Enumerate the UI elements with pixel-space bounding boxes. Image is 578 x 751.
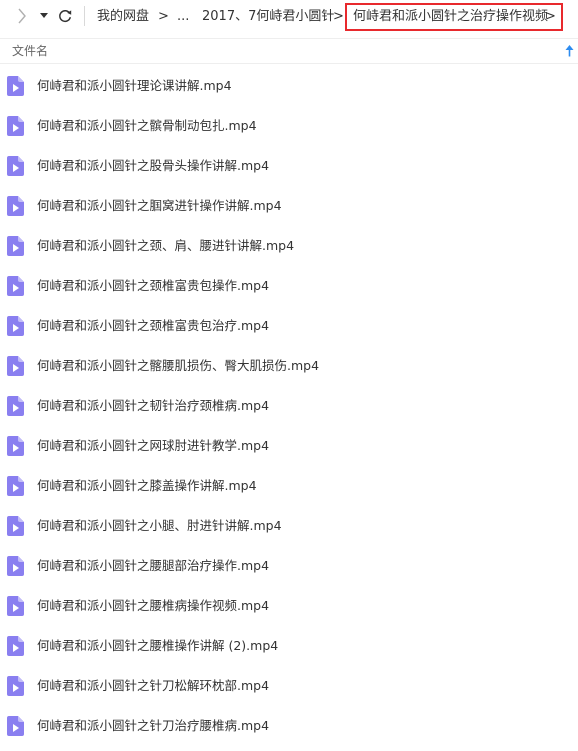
file-name: 何峙君和派小圆针之髂腰肌损伤、臀大肌损伤.mp4	[37, 358, 320, 373]
file-name: 何峙君和派小圆针之颈椎富贵包操作.mp4	[37, 278, 270, 293]
refresh-button[interactable]	[56, 6, 74, 26]
file-row[interactable]: 何峙君和派小圆针之腘窝进针操作讲解.mp4	[0, 186, 578, 226]
breadcrumb-separator: >	[545, 9, 556, 24]
breadcrumb-separator: >	[158, 9, 169, 24]
toolbar: 我的网盘 > ... 2017、7何峙君小圆针 > 何峙君和派小圆针之治疗操作视…	[0, 0, 578, 34]
file-row[interactable]: 何峙君和派小圆针之腰椎病操作视频.mp4	[0, 586, 578, 626]
breadcrumb-item-current[interactable]: 何峙君和派小圆针之治疗操作视频	[353, 8, 548, 26]
file-row[interactable]: 何峙君和派小圆针之韧针治疗颈椎病.mp4	[0, 386, 578, 426]
file-list: 何峙君和派小圆针理论课讲解.mp4 何峙君和派小圆针之髌骨制动包扎.mp4 何峙君和…	[0, 66, 578, 746]
video-file-icon	[7, 156, 24, 176]
column-header-filename[interactable]: 文件名	[12, 43, 48, 59]
file-name: 何峙君和派小圆针之髌骨制动包扎.mp4	[37, 118, 257, 133]
video-file-icon	[7, 396, 24, 416]
chevron-right-icon	[18, 8, 26, 24]
file-name: 何峙君和派小圆针之针刀治疗腰椎病.mp4	[37, 718, 270, 733]
file-row[interactable]: 何峙君和派小圆针之股骨头操作讲解.mp4	[0, 146, 578, 186]
file-row[interactable]: 何峙君和派小圆针之颈椎富贵包治疗.mp4	[0, 306, 578, 346]
video-file-icon	[7, 356, 24, 376]
file-name: 何峙君和派小圆针之网球肘进针教学.mp4	[37, 438, 270, 453]
video-file-icon	[7, 116, 24, 136]
file-row[interactable]: 何峙君和派小圆针理论课讲解.mp4	[0, 66, 578, 106]
file-name: 何峙君和派小圆针之颈椎富贵包治疗.mp4	[37, 318, 270, 333]
file-name: 何峙君和派小圆针之腰腿部治疗操作.mp4	[37, 558, 270, 573]
file-name: 何峙君和派小圆针之腘窝进针操作讲解.mp4	[37, 198, 282, 213]
toolbar-divider	[84, 6, 85, 26]
list-header: 文件名	[0, 38, 578, 64]
video-file-icon	[7, 556, 24, 576]
file-row[interactable]: 何峙君和派小圆针之腰腿部治疗操作.mp4	[0, 546, 578, 586]
forward-button[interactable]	[14, 7, 30, 25]
file-row[interactable]: 何峙君和派小圆针之颈椎富贵包操作.mp4	[0, 266, 578, 306]
breadcrumb-separator: >	[333, 9, 344, 24]
file-row[interactable]: 何峙君和派小圆针之小腿、肘进针讲解.mp4	[0, 506, 578, 546]
refresh-icon	[59, 10, 72, 23]
caret-down-icon	[40, 13, 48, 18]
breadcrumb-item-ellipsis[interactable]: ...	[177, 8, 189, 26]
file-name: 何峙君和派小圆针之股骨头操作讲解.mp4	[37, 158, 270, 173]
file-row[interactable]: 何峙君和派小圆针之髂腰肌损伤、臀大肌损伤.mp4	[0, 346, 578, 386]
file-name: 何峙君和派小圆针之颈、肩、腰进针讲解.mp4	[37, 238, 295, 253]
video-file-icon	[7, 476, 24, 496]
video-file-icon	[7, 516, 24, 536]
video-file-icon	[7, 276, 24, 296]
history-dropdown-button[interactable]	[37, 7, 51, 25]
video-file-icon	[7, 316, 24, 336]
video-file-icon	[7, 676, 24, 696]
video-file-icon	[7, 636, 24, 656]
file-name: 何峙君和派小圆针之韧针治疗颈椎病.mp4	[37, 398, 270, 413]
file-name: 何峙君和派小圆针理论课讲解.mp4	[37, 78, 232, 93]
breadcrumb-item-parent[interactable]: 2017、7何峙君小圆针	[202, 8, 334, 26]
file-row[interactable]: 何峙君和派小圆针之颈、肩、腰进针讲解.mp4	[0, 226, 578, 266]
file-row[interactable]: 何峙君和派小圆针之针刀松解环枕部.mp4	[0, 666, 578, 706]
video-file-icon	[7, 716, 24, 736]
video-file-icon	[7, 436, 24, 456]
sort-up-arrow-icon[interactable]	[565, 44, 574, 58]
file-row[interactable]: 何峙君和派小圆针之髌骨制动包扎.mp4	[0, 106, 578, 146]
video-file-icon	[7, 76, 24, 96]
file-name: 何峙君和派小圆针之腰椎操作讲解 (2).mp4	[37, 638, 279, 653]
video-file-icon	[7, 236, 24, 256]
file-row[interactable]: 何峙君和派小圆针之网球肘进针教学.mp4	[0, 426, 578, 466]
file-name: 何峙君和派小圆针之小腿、肘进针讲解.mp4	[37, 518, 282, 533]
file-row[interactable]: 何峙君和派小圆针之腰椎操作讲解 (2).mp4	[0, 626, 578, 666]
breadcrumb-item-root[interactable]: 我的网盘	[97, 8, 149, 26]
file-row[interactable]: 何峙君和派小圆针之膝盖操作讲解.mp4	[0, 466, 578, 506]
file-name: 何峙君和派小圆针之腰椎病操作视频.mp4	[37, 598, 270, 613]
file-name: 何峙君和派小圆针之针刀松解环枕部.mp4	[37, 678, 270, 693]
file-name: 何峙君和派小圆针之膝盖操作讲解.mp4	[37, 478, 257, 493]
file-row[interactable]: 何峙君和派小圆针之针刀治疗腰椎病.mp4	[0, 706, 578, 746]
video-file-icon	[7, 196, 24, 216]
video-file-icon	[7, 596, 24, 616]
